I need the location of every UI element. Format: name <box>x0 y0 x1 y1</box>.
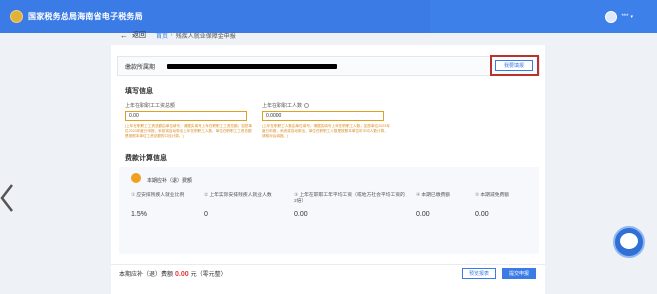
value-avg-wage: 0.00 <box>294 211 308 218</box>
staff-count-label-text: 上年在职职工人数 <box>262 103 303 109</box>
redacted-value <box>167 63 338 69</box>
fill-report-button[interactable]: 我要填报 <box>495 60 533 71</box>
wage-total-input[interactable]: 0.00 <box>125 111 247 121</box>
value-ratio: 1.5% <box>131 211 147 218</box>
breadcrumb-separator: / <box>171 32 173 38</box>
col-label: 上年实际安排残疾人就业人数 <box>209 193 272 198</box>
footer-prefix: 本期应补（退）费额 <box>119 272 174 278</box>
user-menu[interactable]: *** ▾ <box>430 0 657 33</box>
col-num: ③ <box>294 193 299 198</box>
back-arrow-icon[interactable]: ← <box>120 31 128 40</box>
value-actual-count: 0 <box>204 211 208 218</box>
mascot-face <box>620 233 638 249</box>
wage-total-label-text: 上年在职职工工资总额 <box>125 103 176 109</box>
col-num: ④ <box>416 193 421 198</box>
period-amount-label: 本期应补（退）费额 <box>147 178 193 184</box>
value-paid: 0.00 <box>416 211 430 218</box>
col-label: 应安排残疾人就业比例 <box>136 193 185 198</box>
submit-declaration-button[interactable]: 提交申报 <box>502 268 536 279</box>
left-arrow-icon[interactable] <box>0 183 14 213</box>
col-header-reduced: ⑤本期减免费额 <box>475 193 533 199</box>
back-button[interactable]: 返回 <box>132 30 146 40</box>
chevron-down-icon[interactable]: ▾ <box>630 14 633 20</box>
emblem-icon <box>10 10 23 23</box>
col-label: 本期减免费额 <box>480 193 510 198</box>
breadcrumb-current: 残疾人就业保障金申报 <box>175 33 236 40</box>
col-label: 本期已缴费额 <box>421 193 451 198</box>
col-header-paid: ④本期已缴费额 <box>416 193 468 199</box>
fill-section-title: 填写信息 <box>125 88 153 95</box>
user-name[interactable]: *** <box>621 14 628 20</box>
top-bar: 国家税务总局海南省电子税务局 *** ▾ <box>0 0 657 33</box>
col-label: 上年在职职工年平均工资（或地方社会平均工资的2倍） <box>294 193 405 204</box>
avatar-icon[interactable] <box>605 10 618 23</box>
preview-report-button[interactable]: 预览报表 <box>462 268 496 279</box>
col-header-actual-count: ②上年实际安排残疾人就业人数 <box>204 193 288 199</box>
coin-icon <box>131 173 141 183</box>
footer-suffix: 元（零元整） <box>190 272 227 278</box>
footer-amount: 0.00 <box>175 271 189 278</box>
breadcrumb: ← 返回 首页 / 残疾人就业保障金申报 <box>120 29 236 41</box>
col-num: ① <box>131 193 136 198</box>
info-icon[interactable] <box>304 103 310 109</box>
col-header-ratio: ①应安排残疾人就业比例 <box>131 193 195 199</box>
staff-count-input[interactable]: 0.0000 <box>262 111 384 121</box>
period-row: 缴款所属期 <box>117 56 540 76</box>
staff-count-note: (上年在职职工人数由单位填写，请据实填写上年在职职工人数；如您单位2023年度已… <box>262 124 390 138</box>
breadcrumb-home[interactable]: 首页 <box>156 31 168 40</box>
calc-section-title: 费款计算信息 <box>125 155 167 162</box>
value-reduced: 0.00 <box>475 211 489 218</box>
wage-total-note: (上年在职职工工资总额由单位填写，请据实填写上年在职职工工资总额；如您单位202… <box>125 124 252 138</box>
staff-count-label: 上年在职职工人数 <box>262 102 310 109</box>
footer-summary: 本期应补（退）费额 0.00 元（零元整） <box>119 269 227 278</box>
col-num: ② <box>204 193 209 198</box>
col-num: ⑤ <box>475 193 480 198</box>
wage-total-label: 上年在职职工工资总额 <box>125 102 175 109</box>
col-header-avg-wage: ③上年在职职工年平均工资（或地方社会平均工资的2倍） <box>294 193 406 205</box>
site-title: 国家税务总局海南省电子税务局 <box>28 12 143 21</box>
period-label: 缴款所属期 <box>125 64 156 71</box>
